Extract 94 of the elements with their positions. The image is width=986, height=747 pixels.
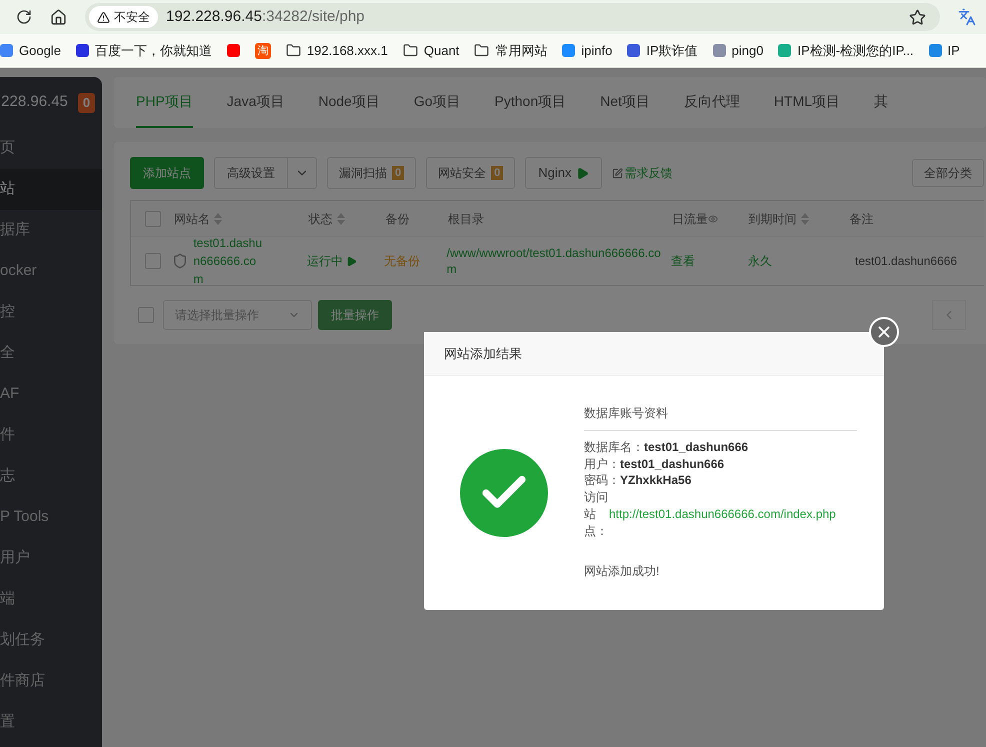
sidebar-item[interactable]: 置 [0, 702, 102, 743]
root-path-link[interactable]: /www/wwwroot/test01.dashun666666.com [446, 245, 665, 277]
edit-icon [612, 168, 622, 178]
folder-icon [474, 43, 490, 58]
home-icon[interactable] [50, 8, 67, 26]
translate-icon[interactable] [958, 8, 976, 26]
sidebar-item[interactable]: 全 [0, 333, 102, 374]
url-text: 192.228.96.45:34282/site/php [166, 6, 365, 27]
folder-icon [286, 43, 301, 58]
project-tab[interactable]: Go项目 [414, 77, 461, 128]
bookmark-item[interactable]: 百度一下，你就知道 [76, 40, 212, 60]
field-label: 访问站点： [584, 488, 609, 540]
address-bar[interactable]: 不安全 192.228.96.45:34282/site/php [85, 3, 940, 31]
sort-icon[interactable] [800, 212, 809, 224]
status-text[interactable]: 运行中 [307, 252, 344, 270]
shield-icon [172, 253, 188, 269]
field-label: 密码： [584, 472, 620, 488]
sort-icon[interactable] [336, 212, 345, 224]
dialog-title: 网站添加结果 [444, 344, 522, 363]
count-badge: 0 [392, 166, 404, 180]
site-favicon[interactable]: 淘 [254, 42, 271, 58]
traffic-link[interactable]: 查看 [670, 254, 695, 268]
sidebar-item[interactable]: 用户 [0, 538, 102, 579]
sidebar-item[interactable]: P Tools [0, 497, 102, 538]
column-header: 到期时间 [748, 210, 797, 228]
settings-split-button[interactable]: 高级设置 [214, 157, 317, 189]
play-icon [576, 166, 588, 180]
column-header: 备注 [850, 210, 874, 228]
field-value: test01_dashun666 [620, 456, 724, 472]
bookmark-item[interactable]: IP [928, 40, 960, 60]
category-filter[interactable]: 全部分类 [912, 159, 984, 187]
field-label: 数据库名： [584, 439, 644, 456]
field-label: 用户： [584, 456, 620, 472]
sidebar-item[interactable]: 划任务 [0, 620, 102, 661]
project-tab[interactable]: 反向代理 [684, 77, 740, 128]
bookmark-item[interactable]: IP检测-检测您的IP... [778, 40, 914, 60]
column-header: 备份 [386, 210, 410, 228]
checkbox[interactable] [144, 253, 161, 269]
column-header: 日流量 [672, 210, 708, 228]
sidebar-item[interactable]: ocker [0, 251, 102, 292]
bookmark-item[interactable]: 192.168.xxx.1 [286, 40, 388, 60]
site-favicon-icon[interactable] [226, 44, 240, 57]
bookmark-star-icon[interactable] [909, 8, 926, 26]
security-chip[interactable]: 不安全 [89, 6, 158, 28]
add-site-button[interactable]: 添加站点 [130, 157, 204, 189]
sidebar-item[interactable]: 端 [0, 579, 102, 620]
project-tab[interactable]: Java项目 [226, 77, 284, 128]
bookmark-item[interactable]: 常用网站 [474, 40, 548, 60]
sidebar-item[interactable]: 件商店 [0, 661, 102, 702]
remark-text: test01.dashun6666 [855, 254, 958, 268]
count-badge: 0 [491, 166, 504, 180]
field-value: test01_dashun666 [644, 439, 748, 456]
bookmark-item[interactable]: IP欺诈值 [627, 40, 698, 60]
project-tab[interactable]: HTML项目 [774, 77, 840, 128]
service-button[interactable]: Nginx [525, 157, 602, 189]
column-header: 根目录 [448, 210, 484, 228]
site-url-link[interactable]: http://test01.dashun666666.com/index.php [609, 505, 836, 523]
sidebar-item[interactable]: 据库 [0, 210, 102, 251]
project-tab[interactable]: 其 [874, 77, 888, 128]
sidebar-item[interactable]: 站 [0, 169, 102, 210]
project-tab[interactable]: Net项目 [600, 77, 650, 128]
sidebar-item[interactable]: 件 [0, 415, 102, 456]
site-name-link[interactable]: test01.dashun666666.com [193, 234, 266, 288]
expiry-text[interactable]: 永久 [748, 254, 772, 268]
bookmark-item[interactable]: Quant [402, 40, 460, 60]
alert-count-badge[interactable]: 0 [78, 92, 96, 112]
field-value: YZhxkkHa56 [620, 472, 692, 488]
project-tab[interactable]: PHP项目 [136, 77, 193, 128]
sidebar-item[interactable]: 志 [0, 456, 102, 497]
play-icon [346, 256, 358, 266]
column-header: 状态 [308, 210, 333, 228]
backup-text[interactable]: 无备份 [384, 254, 420, 268]
scan-button[interactable]: 漏洞扫描 0 [327, 157, 416, 189]
bookmark-item[interactable]: Google [0, 40, 61, 60]
checkbox[interactable] [138, 307, 154, 323]
eye-icon[interactable] [708, 214, 718, 224]
server-address: .228.96.45 [0, 92, 68, 112]
sidebar-item[interactable]: AF [0, 374, 102, 415]
bookmark-item[interactable]: ping0 [712, 40, 764, 60]
sort-icon[interactable] [214, 212, 222, 224]
folder-icon [402, 43, 418, 58]
success-message: 网站添加成功! [584, 562, 660, 580]
project-tab[interactable]: Node项目 [318, 77, 380, 128]
sidebar-item[interactable]: 页 [0, 128, 102, 169]
feedback-link[interactable]: 需求反馈 [612, 164, 672, 182]
column-header: 网站名 [174, 210, 210, 228]
reload-icon[interactable] [16, 9, 32, 25]
scan-button[interactable]: 网站安全 0 [426, 157, 516, 189]
bookmark-item[interactable]: ipinfo [562, 40, 612, 60]
section-title: 数据库账号资料 [584, 404, 857, 431]
warning-icon [97, 10, 110, 24]
sidebar-item[interactable]: 控 [0, 292, 102, 333]
checkbox[interactable] [144, 210, 161, 226]
project-tab[interactable]: Python项目 [494, 77, 566, 128]
